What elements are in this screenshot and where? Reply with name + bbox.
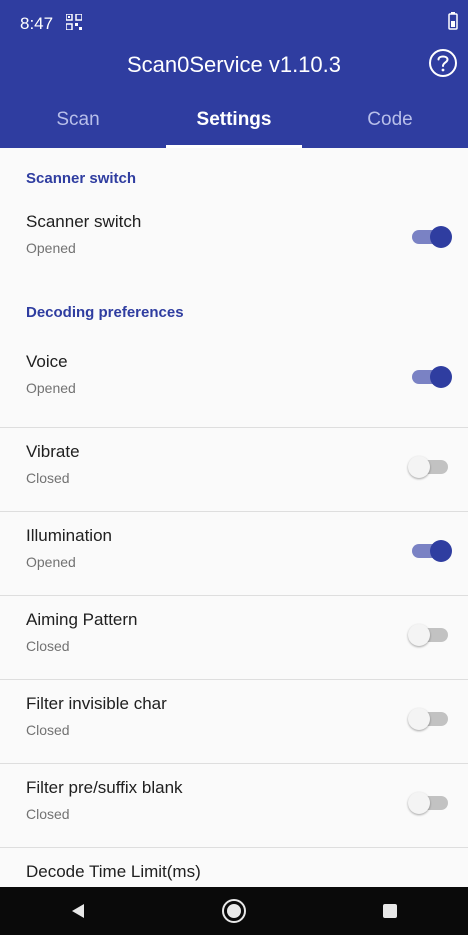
setting-title: Aiming Pattern [26,610,138,629]
setting-status: Opened [26,380,76,396]
tab-code[interactable]: Code [312,96,468,148]
home-button[interactable] [214,891,254,931]
setting-status: Closed [26,470,70,486]
setting-decode-time-limit[interactable]: Decode Time Limit(ms) 5000 [0,848,468,887]
section-header-decoding: Decoding preferences [26,304,184,321]
setting-status: Closed [26,722,70,738]
app-title: Scan0Service v1.10.3 [126,52,342,77]
filter-prefix-suffix-blank-toggle[interactable] [408,792,448,814]
setting-illumination[interactable]: Illumination Opened [0,512,468,596]
battery-icon [448,12,458,30]
setting-status: Closed [26,638,70,654]
tab-settings[interactable]: Settings [156,96,312,148]
setting-title: Scanner switch [26,212,142,231]
setting-aiming-pattern[interactable]: Aiming Pattern Closed [0,596,468,680]
app-bar: 8:47 Scan0Service v1.10.3 Scan Settings … [0,0,468,148]
tab-scan[interactable]: Scan [0,96,156,148]
help-button[interactable] [426,46,460,80]
setting-status: Opened [26,554,76,570]
voice-toggle[interactable] [412,366,452,388]
illumination-toggle[interactable] [412,540,452,562]
recents-button[interactable] [370,891,410,931]
setting-title: Vibrate [26,442,80,461]
status-bar: 8:47 [0,0,468,44]
navigation-bar [0,887,468,935]
setting-filter-invisible-char[interactable]: Filter invisible char Closed [0,680,468,764]
back-icon [72,904,84,918]
scanner-switch-toggle[interactable] [412,226,452,248]
help-icon [429,49,457,77]
qr-status-icon [66,14,82,30]
setting-status: Closed [26,806,70,822]
tab-bar: Scan Settings Code [0,96,468,148]
status-time: 8:47 [20,14,54,33]
setting-title: Filter pre/suffix blank [26,778,183,797]
filter-invisible-char-toggle[interactable] [408,708,448,730]
home-icon [222,899,246,923]
setting-voice[interactable]: Voice Opened [0,348,468,428]
setting-scanner-switch[interactable]: Scanner switch Opened [0,208,468,304]
settings-list: Scanner switch Scanner switch Opened Dec… [0,148,468,887]
section-header-scanner: Scanner switch [26,170,137,187]
aiming-pattern-toggle[interactable] [408,624,448,646]
setting-title: Filter invisible char [26,694,167,713]
setting-title: Decode Time Limit(ms) [26,862,201,881]
setting-title: Illumination [26,526,112,545]
setting-title: Voice [26,352,68,371]
back-button[interactable] [58,891,98,931]
setting-vibrate[interactable]: Vibrate Closed [0,428,468,512]
recents-icon [383,904,397,918]
vibrate-toggle[interactable] [408,456,448,478]
setting-filter-prefix-suffix-blank[interactable]: Filter pre/suffix blank Closed [0,764,468,848]
setting-status: Opened [26,240,76,256]
